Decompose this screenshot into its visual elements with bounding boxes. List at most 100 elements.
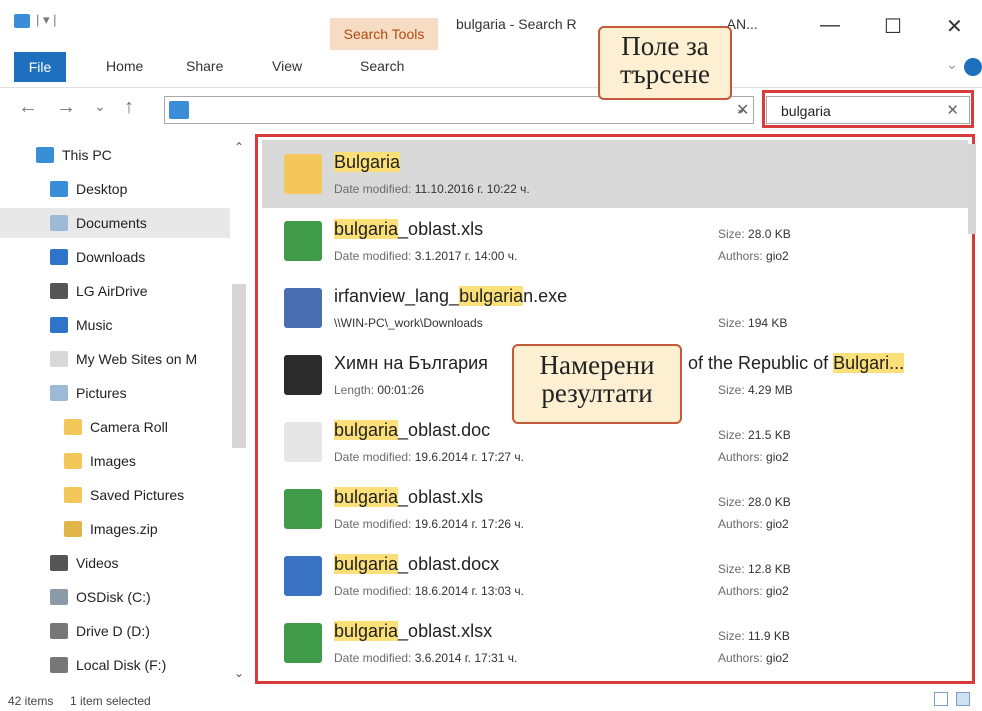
detail-label: Authors: <box>718 517 763 531</box>
file-icon <box>50 351 68 367</box>
address-clear-icon[interactable]: ✕ <box>736 100 749 120</box>
meta-label: Date modified: <box>334 249 412 263</box>
result-meta: Date modified: 3.1.2017 г. 14:00 ч. <box>334 249 517 263</box>
ribbon-expand-icon[interactable]: ⌄ <box>946 56 958 73</box>
result-row[interactable]: Bulgaria Date modified: 11.10.2016 г. 10:… <box>262 140 968 208</box>
nav-scroll-thumb[interactable] <box>232 284 246 448</box>
close-button[interactable]: ✕ <box>946 14 963 39</box>
result-name: bulgaria_oblast.xlsx <box>334 621 492 642</box>
nav-item[interactable]: Camera Roll <box>0 412 230 442</box>
name-text: _oblast.docx <box>398 554 500 574</box>
tab-home[interactable]: Home <box>106 58 143 74</box>
detail-value: gio2 <box>766 450 789 464</box>
scroll-up-icon[interactable]: ⌃ <box>234 140 244 154</box>
nav-item[interactable]: Local Disk (F:) <box>0 650 230 680</box>
nav-item[interactable]: Documents <box>0 208 230 238</box>
result-row[interactable]: bulgaria_oblast.docx Date modified: 18.6.… <box>262 542 968 610</box>
nav-item[interactable]: LG AirDrive <box>0 276 230 306</box>
name-text: of the Republic of <box>688 353 834 373</box>
minimize-button[interactable]: — <box>820 14 840 37</box>
scroll-down-icon[interactable]: ⌄ <box>234 666 244 680</box>
videos-icon <box>50 555 68 571</box>
forward-button[interactable]: → <box>56 96 76 119</box>
item-count: 42 items <box>8 694 54 708</box>
quick-access-dropdown-icon[interactable]: | ▾ | <box>36 12 57 28</box>
nav-item[interactable]: Images <box>0 446 230 476</box>
tab-file[interactable]: File <box>14 52 66 82</box>
large-icons-view-icon[interactable] <box>956 692 970 706</box>
detail-value: gio2 <box>766 651 789 665</box>
search-tools-context-tab[interactable]: Search Tools <box>330 18 438 50</box>
detail-label: Size: <box>718 629 745 643</box>
search-match-highlight: bulgaria <box>334 219 399 239</box>
nav-item-label: Videos <box>76 555 119 571</box>
search-field-callout: Поле за търсене <box>598 26 732 100</box>
folder-icon <box>64 419 82 435</box>
nav-item-label: Desktop <box>76 181 128 197</box>
tab-search[interactable]: Search <box>360 58 404 74</box>
callout-line: Намерени <box>539 350 655 380</box>
result-size: Size: 28.0 KB <box>718 495 791 509</box>
recent-locations-icon[interactable]: ⌄ <box>94 98 106 115</box>
meta-value: 00:01:26 <box>377 383 425 397</box>
nav-item-label: My Web Sites on M <box>76 351 198 367</box>
meta-label: Date modified: <box>334 450 412 464</box>
address-bar[interactable]: ⌄ <box>164 96 754 124</box>
detail-label: Size: <box>718 428 745 442</box>
results-scroll-thumb[interactable] <box>968 144 976 234</box>
search-match-highlight: bulgaria <box>334 621 399 641</box>
nav-item[interactable]: Drive D (D:) <box>0 616 230 646</box>
meta-label: Date modified: <box>334 651 412 665</box>
up-button[interactable]: ↑ <box>124 96 134 119</box>
navigation-pane: This PC Desktop Documents Downloads LG AirDr… <box>0 140 250 688</box>
tab-view[interactable]: View <box>272 58 302 74</box>
nav-item[interactable]: Music <box>0 310 230 340</box>
nav-item[interactable]: Pictures <box>0 378 230 408</box>
search-match-highlight: bulgaria <box>334 554 399 574</box>
result-row[interactable]: irfanview_lang_bulgarian.exe \\WIN-PC\_w… <box>262 274 968 342</box>
nav-item[interactable]: Downloads <box>0 242 230 272</box>
results-callout: Намерени резултати <box>512 344 682 424</box>
nav-item[interactable]: Videos <box>0 548 230 578</box>
result-detail: Size: 194 KB <box>718 316 787 330</box>
name-text: _oblast.xlsx <box>398 621 493 641</box>
name-text: Химн на България <box>334 353 488 373</box>
detail-label: Size: <box>718 227 745 241</box>
folder-icon <box>64 453 82 469</box>
meta-value: 19.6.2014 г. 17:26 ч. <box>414 517 524 531</box>
search-match-highlight: bulgaria <box>334 487 399 507</box>
result-row[interactable]: bulgaria_oblast.xls Date modified: 3.1.20… <box>262 207 968 275</box>
nav-item[interactable]: Desktop <box>0 174 230 204</box>
nav-item[interactable]: OSDisk (C:) <box>0 582 230 612</box>
result-meta: Date modified: 18.6.2014 г. 13:03 ч. <box>334 584 524 598</box>
nav-item[interactable]: This PC <box>0 140 230 170</box>
result-detail: Authors: gio2 <box>718 584 789 598</box>
nav-item[interactable]: My Web Sites on M <box>0 344 230 374</box>
result-row[interactable]: bulgaria_oblast.xlsx Date modified: 3.6.2… <box>262 609 968 677</box>
documents-icon <box>50 215 68 231</box>
nav-item[interactable]: Images.zip <box>0 514 230 544</box>
tab-share[interactable]: Share <box>186 58 223 74</box>
nav-item-label: Downloads <box>76 249 146 265</box>
result-detail: Size: 4.29 MB <box>718 383 793 397</box>
selection-count: 1 item selected <box>70 694 151 708</box>
maximize-button[interactable]: ☐ <box>884 14 902 39</box>
disk-icon <box>50 657 68 673</box>
meta-value: \\WIN-PC\_work\Downloads <box>334 316 483 330</box>
result-name: Bulgaria <box>334 152 401 173</box>
nav-item-label: Camera Roll <box>90 419 168 435</box>
nav-item-label: OSDisk (C:) <box>76 589 151 605</box>
back-button[interactable]: ← <box>18 96 38 119</box>
help-icon[interactable] <box>964 58 982 76</box>
nav-item[interactable]: Saved Pictures <box>0 480 230 510</box>
meta-value: 19.6.2014 г. 17:27 ч. <box>414 450 524 464</box>
result-detail: Authors: gio2 <box>718 517 789 531</box>
meta-label: Date modified: <box>334 182 412 196</box>
pictures-icon <box>50 385 68 401</box>
download-icon <box>50 249 68 265</box>
result-meta: Date modified: 3.6.2014 г. 17:31 ч. <box>334 651 517 665</box>
detail-value: gio2 <box>766 584 789 598</box>
details-view-icon[interactable] <box>934 692 948 706</box>
exe-icon <box>284 288 322 328</box>
result-row[interactable]: bulgaria_oblast.xls Date modified: 19.6.2… <box>262 475 968 543</box>
